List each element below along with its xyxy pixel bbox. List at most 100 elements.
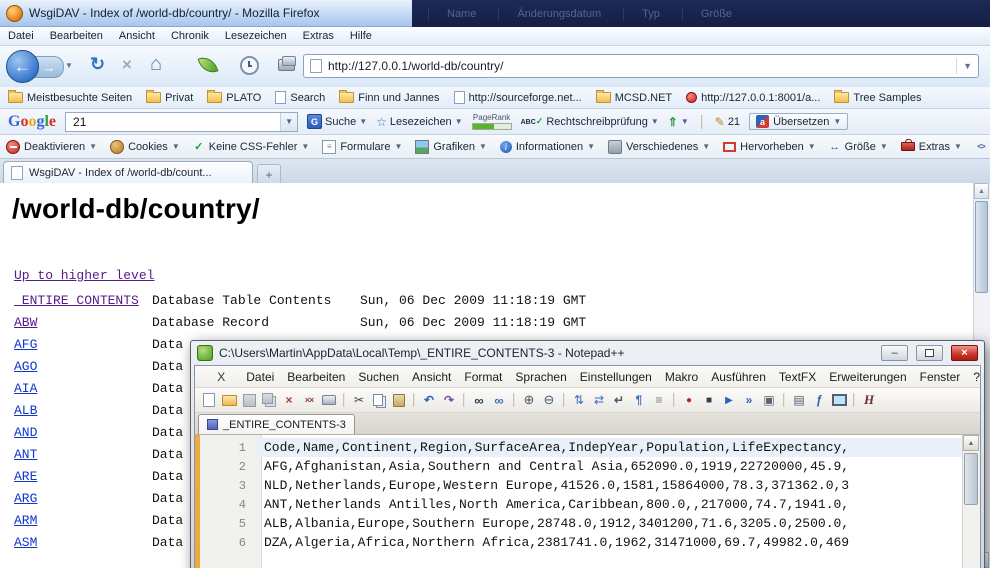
history-clock-icon[interactable] bbox=[240, 56, 259, 75]
menu-item[interactable]: Ausführen bbox=[711, 370, 766, 384]
menu-item[interactable]: Fenster bbox=[920, 370, 961, 384]
minimize-button[interactable]: – bbox=[881, 345, 908, 361]
menu-item[interactable]: Bearbeiten bbox=[287, 370, 345, 384]
document-tab[interactable]: _ENTIRE_CONTENTS-3 bbox=[198, 414, 355, 434]
menu-item[interactable]: Makro bbox=[665, 370, 698, 384]
menu-item[interactable]: TextFX bbox=[779, 370, 816, 384]
webdev-menu-button[interactable]: Keine CSS-Fehler ▼ bbox=[193, 141, 310, 153]
indent-guide-icon[interactable] bbox=[650, 391, 668, 409]
google-search-input[interactable] bbox=[71, 114, 280, 130]
paste-icon[interactable] bbox=[390, 391, 408, 409]
directory-entry-link[interactable]: ANT bbox=[14, 447, 37, 462]
directory-entry-link[interactable]: ARM bbox=[14, 513, 37, 528]
close-all-icon[interactable] bbox=[300, 391, 318, 409]
back-button[interactable]: ← bbox=[6, 50, 39, 83]
sync-vertical-icon[interactable] bbox=[570, 391, 588, 409]
directory-entry-link[interactable]: AGO bbox=[14, 359, 37, 374]
webdev-menu-button[interactable]: Extras ▼ bbox=[901, 141, 962, 153]
html-preview-icon[interactable] bbox=[860, 391, 878, 409]
redo-icon[interactable] bbox=[440, 391, 458, 409]
line-text[interactable]: Code,Name,Continent,Region,SurfaceArea,I… bbox=[255, 438, 963, 457]
show-symbols-icon[interactable] bbox=[630, 391, 648, 409]
save-icon[interactable] bbox=[240, 391, 258, 409]
play-macro-icon[interactable] bbox=[720, 391, 738, 409]
spellcheck-button[interactable]: ABC Rechtschreibprüfung ▼ bbox=[521, 116, 659, 128]
open-folder-icon[interactable] bbox=[220, 391, 238, 409]
replace-icon[interactable] bbox=[490, 391, 508, 409]
reload-button[interactable]: ↻ bbox=[90, 54, 105, 75]
webdev-menu-button[interactable]: Hervorheben ▼ bbox=[723, 141, 816, 153]
firefox-titlebar[interactable]: WsgiDAV - Index of /world-db/country/ - … bbox=[0, 0, 990, 27]
menu-item[interactable]: Format bbox=[464, 370, 502, 384]
menu-item[interactable]: Ansicht bbox=[119, 30, 155, 42]
stop-macro-icon[interactable] bbox=[700, 391, 718, 409]
bookmark-item[interactable]: Meistbesuchte Seiten bbox=[8, 92, 132, 104]
bookmark-item[interactable]: Search bbox=[275, 91, 325, 104]
line-text[interactable]: DZA,Algeria,Africa,Northern Africa,23817… bbox=[255, 533, 963, 552]
close-file-icon[interactable] bbox=[280, 391, 298, 409]
cut-icon[interactable] bbox=[350, 391, 368, 409]
menu-item[interactable]: ? bbox=[973, 370, 980, 384]
webdev-menu-button[interactable]: Formulare ▼ bbox=[322, 140, 402, 154]
scrollbar-thumb[interactable] bbox=[975, 201, 988, 293]
google-search-box[interactable]: ▼ bbox=[65, 112, 298, 132]
directory-entry-link[interactable]: ALB bbox=[14, 403, 37, 418]
tab-wsgidav-index[interactable]: WsgiDAV - Index of /world-db/count... bbox=[3, 161, 253, 183]
record-macro-icon[interactable] bbox=[680, 391, 698, 409]
bookmark-item[interactable]: Privat bbox=[146, 92, 193, 104]
notepad-titlebar[interactable]: C:\Users\Martin\AppData\Local\Temp\_ENTI… bbox=[191, 341, 984, 365]
feed-reader-icon[interactable] bbox=[198, 54, 219, 76]
webdev-menu-button[interactable]: Informationen ▼ bbox=[500, 141, 595, 153]
url-input[interactable] bbox=[328, 59, 950, 73]
webdev-menu-button[interactable]: Verschiedenes ▼ bbox=[608, 140, 710, 154]
search-history-dropdown-icon[interactable]: ▼ bbox=[280, 113, 297, 131]
google-bookmarks-button[interactable]: ☆ Lesezeichen ▼ bbox=[376, 115, 462, 129]
save-macro-icon[interactable] bbox=[760, 391, 778, 409]
word-wrap-icon[interactable] bbox=[610, 391, 628, 409]
menu-item[interactable]: Extras bbox=[303, 30, 334, 42]
bookmark-item[interactable]: Tree Samples bbox=[834, 92, 921, 104]
menu-item[interactable]: Ansicht bbox=[412, 370, 451, 384]
print-icon[interactable] bbox=[278, 59, 295, 71]
url-bar[interactable]: ▼ bbox=[303, 54, 979, 78]
bookmark-item[interactable]: PLATO bbox=[207, 92, 261, 104]
line-text[interactable]: AFG,Afghanistan,Asia,Southern and Centra… bbox=[255, 457, 963, 476]
copy-icon[interactable] bbox=[370, 391, 388, 409]
directory-entry-link[interactable]: ABW bbox=[14, 315, 37, 330]
url-dropdown-icon[interactable]: ▼ bbox=[956, 58, 972, 74]
menu-item[interactable]: Sprachen bbox=[515, 370, 566, 384]
close-document-button[interactable]: X bbox=[217, 370, 225, 384]
menu-item[interactable]: Einstellungen bbox=[580, 370, 652, 384]
find-icon[interactable] bbox=[470, 391, 488, 409]
print-icon[interactable] bbox=[320, 391, 338, 409]
chevron-down-icon[interactable]: ▼ bbox=[359, 117, 367, 126]
menu-item[interactable]: Hilfe bbox=[350, 30, 372, 42]
zoom-in-icon[interactable] bbox=[520, 391, 538, 409]
notes-button[interactable]: ✎ 21 bbox=[715, 115, 740, 129]
line-text[interactable]: NLD,Netherlands,Europe,Western Europe,41… bbox=[255, 476, 963, 495]
bookmark-item[interactable]: http://sourceforge.net... bbox=[454, 91, 582, 104]
history-dropdown-icon[interactable]: ▼ bbox=[65, 61, 73, 70]
zoom-out-icon[interactable] bbox=[540, 391, 558, 409]
directory-entry-link[interactable]: ARE bbox=[14, 469, 37, 484]
directory-entry-link[interactable]: AIA bbox=[14, 381, 37, 396]
menu-item[interactable]: Erweiterungen bbox=[829, 370, 906, 384]
sync-horizontal-icon[interactable] bbox=[590, 391, 608, 409]
new-file-icon[interactable] bbox=[200, 391, 218, 409]
menu-item[interactable]: Lesezeichen bbox=[225, 30, 287, 42]
bookmark-item[interactable]: http://127.0.0.1:8001/a... bbox=[686, 92, 820, 104]
menu-item[interactable]: Datei bbox=[246, 370, 274, 384]
webdev-menu-button[interactable]: Deaktivieren ▼ bbox=[6, 140, 97, 154]
google-search-button[interactable]: G Suche ▼ bbox=[307, 114, 367, 129]
pagerank-widget[interactable]: PageRank bbox=[472, 113, 512, 130]
menu-item[interactable]: Chronik bbox=[171, 30, 209, 42]
webdev-menu-button[interactable]: Cookies ▼ bbox=[110, 140, 180, 154]
directory-entry-link[interactable]: AND bbox=[14, 425, 37, 440]
scroll-up-icon[interactable]: ▲ bbox=[974, 183, 989, 199]
line-text[interactable]: ALB,Albania,Europe,Southern Europe,28748… bbox=[255, 514, 963, 533]
menu-item[interactable]: Datei bbox=[8, 30, 34, 42]
directory-entry-link[interactable]: AFG bbox=[14, 337, 37, 352]
directory-entry-link[interactable]: ARG bbox=[14, 491, 37, 506]
editor-scrollbar[interactable]: ▲ bbox=[962, 435, 980, 568]
autofill-button[interactable]: ⇑ ▼ bbox=[668, 115, 689, 129]
